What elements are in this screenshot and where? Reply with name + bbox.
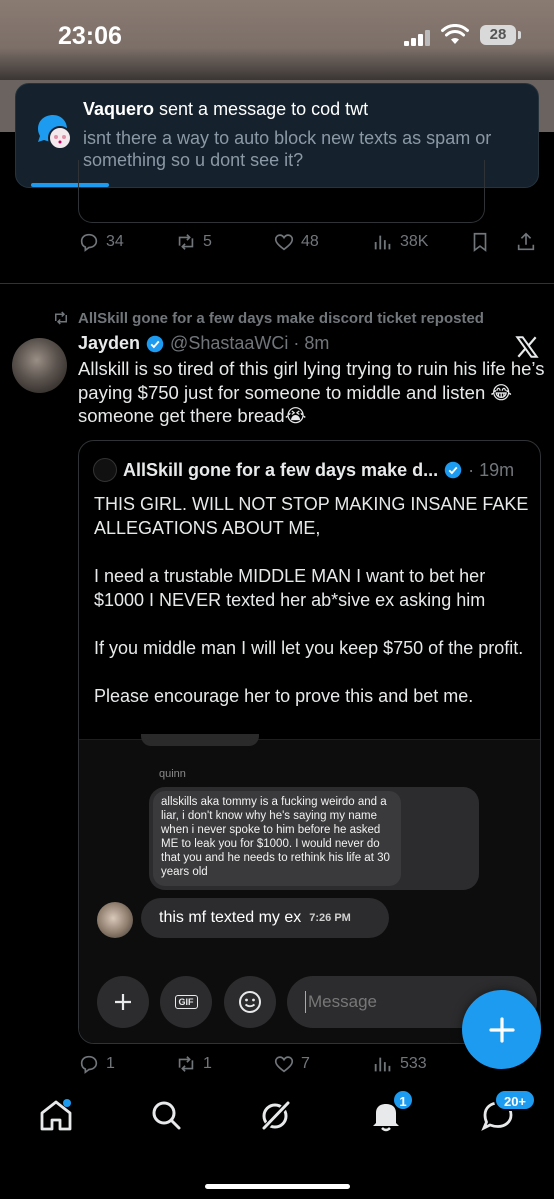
repost-count: 1 [203,1055,212,1072]
reply-icon [80,233,98,252]
views-count: 533 [400,1055,427,1072]
screenshot-avatar [97,902,133,938]
screenshot-quoted-message: allskills aka tommy is a fucking weirdo … [153,791,401,886]
bottom-navigation: 1 20+ [0,1083,554,1199]
heart-icon [274,1056,294,1073]
status-bar: 23:06 28 [0,0,554,80]
quoted-paragraph: Please encourage her to prove this and b… [94,686,474,706]
views-icon [374,235,391,250]
grok-icon [262,1100,291,1131]
reposted-by-text: AllSkill gone for a few days make discor… [78,309,484,327]
notification-title-suffix: sent a message to cod twt [154,99,369,119]
nav-search[interactable] [146,1095,186,1135]
views-button[interactable]: 533 [372,1053,427,1075]
screenshot-gif-icon: GIF [160,976,212,1028]
tweet-actions: 1 1 7 533 [0,1053,554,1083]
screenshot-plus-icon [97,976,149,1028]
cropped-message-bubble [141,734,259,746]
like-count: 48 [301,233,319,250]
repost-small-icon [55,311,67,325]
reply-icon [80,1055,98,1074]
screenshot-message-time: 7:26 PM [309,912,351,924]
quoted-tweet-card[interactable]: AllSkill gone for a few days make d... ·… [78,440,541,1044]
repost-icon [178,234,194,250]
verified-badge-icon [146,335,164,352]
views-count: 38K [400,233,429,250]
tweet-divider [0,283,554,284]
repost-indicator[interactable]: AllSkill gone for a few days make discor… [52,309,484,327]
gif-label: GIF [174,995,198,1009]
previous-tweet-actions: 34 5 48 38K [0,231,554,261]
quoted-paragraph: I need a trustable MIDDLE MAN I want to … [94,566,486,610]
share-button[interactable] [515,231,537,253]
home-indicator [205,1184,350,1189]
nav-grok[interactable] [256,1095,296,1135]
notification-title: Vaquero sent a message to cod twt [83,99,368,120]
quoted-author-name: AllSkill gone for a few days make d... [123,459,439,480]
reply-count: 34 [106,233,124,250]
bookmark-button[interactable] [469,231,491,253]
messages-badge: 20+ [494,1089,536,1111]
quoted-paragraph: If you middle man I will let you keep $7… [94,638,524,658]
share-icon [517,232,535,251]
bookmark-icon [473,232,487,252]
tweet-text: Allskill is so tired of this girl lying … [78,358,545,426]
screenshot-reply-bubble: allskills aka tommy is a fucking weirdo … [149,787,479,890]
screenshot-message-bubble: this mf texted my ex 7:26 PM [141,898,389,938]
reply-button[interactable]: 34 [78,231,124,253]
quoted-time: · 19m [468,459,515,480]
notifications-badge: 1 [392,1089,414,1111]
screenshot-sender-label: quinn [159,768,186,780]
like-button[interactable]: 7 [273,1053,310,1075]
cellular-signal-icon [404,30,432,46]
chat-bubble-icon [38,115,72,150]
repost-button[interactable]: 5 [175,231,212,253]
wifi-icon [441,24,469,44]
screenshot-sticker-icon [224,976,276,1028]
nav-messages[interactable]: 20+ [478,1089,536,1135]
like-count: 7 [301,1055,310,1072]
previous-tweet-media-card[interactable] [78,160,485,223]
author-handle-time[interactable]: @ShastaaWCi · 8m [170,333,329,354]
compose-button[interactable] [462,990,541,1069]
reply-button[interactable]: 1 [78,1053,115,1075]
views-button[interactable]: 38K [372,231,428,253]
tweet-author-row: Jayden @ShastaaWCi · 8m [78,333,329,354]
home-icon [40,1099,72,1131]
quoted-tweet-header: AllSkill gone for a few days make d... ·… [93,458,514,482]
repost-button[interactable]: 1 [175,1053,212,1075]
battery-icon: 28 [480,25,521,45]
author-name[interactable]: Jayden [78,333,140,354]
like-button[interactable]: 48 [273,231,319,253]
plus-icon [488,1016,515,1043]
reply-count: 1 [106,1055,115,1072]
quoted-paragraph: THIS GIRL. WILL NOT STOP MAKING INSANE F… [94,494,529,538]
screenshot-message-text: this mf texted my ex [159,909,302,926]
quoted-author-avatar [93,458,117,482]
quoted-media-screenshot[interactable]: quinn allskills aka tommy is a fucking w… [79,734,540,1043]
nav-home[interactable] [36,1095,76,1135]
nav-notifications[interactable]: 1 [366,1089,414,1135]
repost-icon [178,1056,194,1072]
search-icon [152,1101,181,1130]
status-time: 23:06 [58,22,122,50]
heart-icon [274,234,294,251]
verified-badge-icon [444,461,462,479]
message-placeholder: Message [308,992,377,1011]
views-icon [374,1057,391,1072]
quoted-tweet-body: THIS GIRL. WILL NOT STOP MAKING INSANE F… [94,492,534,732]
author-avatar[interactable] [12,338,67,393]
notification-sender: Vaquero [83,99,155,119]
repost-count: 5 [203,233,212,250]
